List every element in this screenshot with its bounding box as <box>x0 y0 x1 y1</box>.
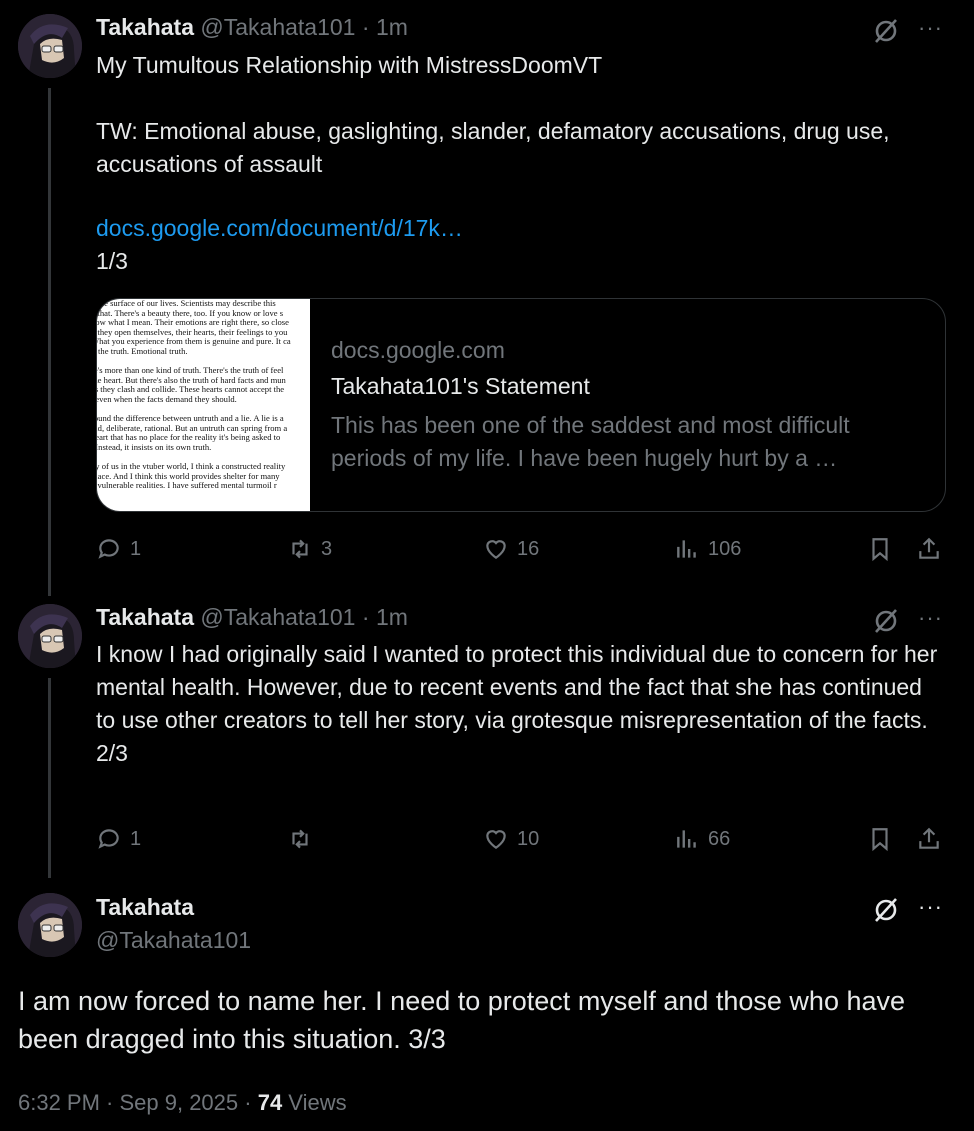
card-description: This has been one of the saddest and mos… <box>331 412 850 471</box>
repost-button[interactable]: 3 <box>287 536 332 562</box>
views-icon <box>677 540 696 558</box>
avatar[interactable] <box>18 604 82 668</box>
tweet-timestamp[interactable]: 6:32 PM · Sep 9, 2025 · <box>18 1090 258 1115</box>
user-handle[interactable]: @Takahata101 <box>200 14 355 40</box>
separator-dot: · <box>361 14 370 40</box>
views-count: 66 <box>708 827 731 850</box>
reply-icon <box>98 539 119 559</box>
bookmark-icon <box>872 828 888 852</box>
more-icon[interactable]: ··· <box>918 605 943 631</box>
like-button[interactable]: 10 <box>483 826 539 852</box>
views-icon <box>677 830 696 848</box>
card-domain: docs.google.com <box>331 337 505 363</box>
more-icon[interactable]: ··· <box>918 894 943 920</box>
repost-icon <box>292 829 308 849</box>
tweet-header: Takahata @Takahata101 · 1m <box>96 604 408 631</box>
reply-icon <box>98 829 119 849</box>
link-card[interactable]: o the surface of our lives. Scientists m… <box>96 298 946 512</box>
card-title: Takahata101's Statement <box>331 373 590 399</box>
like-count: 16 <box>517 537 540 560</box>
card-thumbnail: o the surface of our lives. Scientists m… <box>97 299 310 511</box>
views-button[interactable]: 106 <box>674 536 741 562</box>
share-icon <box>919 827 939 849</box>
tweet-meta: 6:32 PM · Sep 9, 2025 · 74 Views <box>18 1090 347 1116</box>
tweet-header: Takahata @Takahata101 · 1m <box>96 14 408 41</box>
reply-button[interactable]: 1 <box>96 536 141 562</box>
display-name[interactable]: Takahata <box>96 14 194 40</box>
view-count: 74 <box>257 1090 283 1115</box>
like-count: 10 <box>517 827 540 850</box>
repost-icon <box>292 539 308 559</box>
display-name[interactable]: Takahata <box>96 604 194 630</box>
share-button[interactable] <box>916 536 942 562</box>
views-button[interactable]: 66 <box>674 826 730 852</box>
thumbnail-text-line: d vulnerable realities. I have suffered … <box>97 480 277 491</box>
repost-count: 3 <box>321 537 333 560</box>
views-label: Views <box>282 1090 347 1115</box>
like-icon <box>486 540 506 559</box>
tweet-text: I am now forced to name her. I need to p… <box>18 986 906 1054</box>
grok-icon[interactable] <box>872 607 900 635</box>
bookmark-button[interactable] <box>867 536 893 562</box>
grok-icon[interactable] <box>872 17 900 45</box>
more-icon[interactable]: ··· <box>918 15 943 41</box>
reply-count: 1 <box>130 537 142 560</box>
share-icon <box>919 537 939 559</box>
bookmark-icon <box>872 538 888 562</box>
thread-counter: 1/3 <box>96 248 128 274</box>
bookmark-button[interactable] <box>867 826 893 852</box>
thread-line <box>48 678 51 878</box>
share-button[interactable] <box>916 826 942 852</box>
tweet-time[interactable]: 1m <box>376 14 408 40</box>
avatar[interactable] <box>18 893 82 957</box>
reply-button[interactable]: 1 <box>96 826 141 852</box>
thumbnail-text-line: . Instead, it insists on its own truth. <box>97 441 212 452</box>
user-handle[interactable]: @Takahata101 <box>200 604 355 630</box>
grok-icon[interactable] <box>872 896 900 924</box>
views-count: 106 <box>708 537 742 560</box>
thread-line <box>48 88 51 596</box>
thumbnail-text-line: , even when the facts demand they should… <box>97 393 237 404</box>
repost-button[interactable] <box>287 826 321 852</box>
avatar[interactable] <box>18 14 82 78</box>
like-button[interactable]: 16 <box>483 536 539 562</box>
tweet-text: I know I had originally said I wanted to… <box>96 641 938 766</box>
thumbnail-text-line: 's the truth. Emotional truth. <box>97 345 188 356</box>
reply-count: 1 <box>130 827 142 850</box>
like-icon <box>486 830 506 849</box>
user-handle[interactable]: @Takahata101 <box>96 927 251 954</box>
tweet-text: My Tumultous Relationship with MistressD… <box>96 52 890 177</box>
separator-dot: · <box>361 604 370 630</box>
tweet-time[interactable]: 1m <box>376 604 408 630</box>
display-name[interactable]: Takahata <box>96 894 194 921</box>
tweet-link[interactable]: docs.google.com/document/d/17k… <box>96 212 463 245</box>
